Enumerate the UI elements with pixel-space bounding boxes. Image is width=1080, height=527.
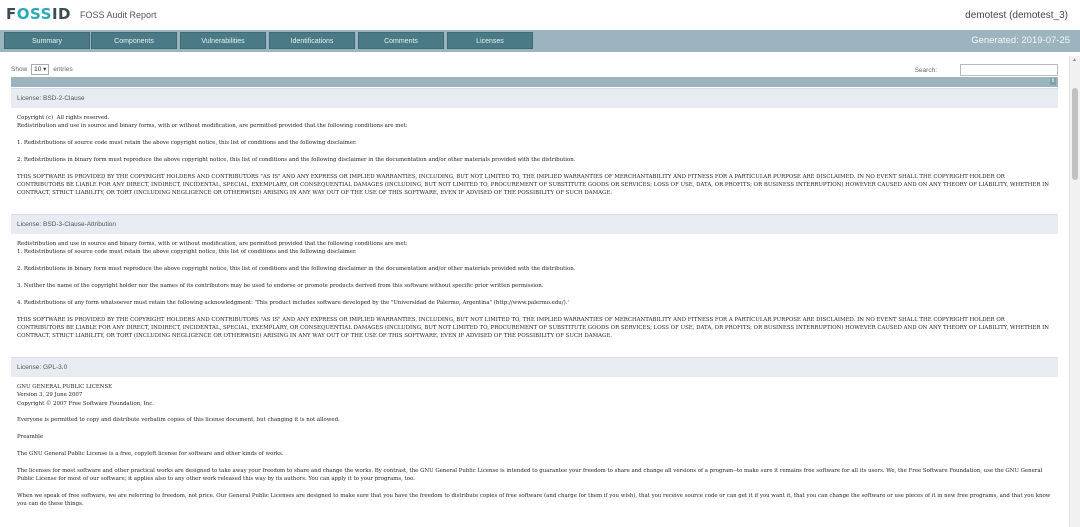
tab-licenses[interactable]: Licenses — [447, 32, 533, 49]
license-paragraph: 2. Redistributions in binary form must r… — [17, 156, 576, 163]
license-header: License: GPL-3.0 — [11, 356, 1058, 377]
tab-vulnerabilities[interactable]: Vulnerabilities — [180, 32, 266, 49]
entries-label: entries — [53, 66, 73, 73]
entries-control: Show 10 ▾ entries — [11, 64, 73, 75]
show-label: Show — [11, 66, 28, 73]
license-paragraph: 1. Redistributions of source code must r… — [17, 140, 357, 147]
table-header[interactable]: ⇕ — [11, 77, 1058, 87]
license-paragraph: THIS SOFTWARE IS PROVIDED BY THE COPYRIG… — [17, 316, 1051, 340]
logo-text-oss: OSS — [16, 5, 52, 23]
license-header: License: BSD-3-Clause-Attribution — [11, 214, 1058, 235]
license-paragraph: THIS SOFTWARE IS PROVIDED BY THE COPYRIG… — [17, 173, 1051, 197]
chevron-down-icon: ▾ — [43, 66, 47, 73]
license-paragraph: When we speak of free software, we are r… — [17, 492, 1053, 508]
search-label: Search: — [914, 67, 937, 74]
user-menu[interactable]: demotest (demotest_3) — [965, 10, 1068, 21]
entries-select[interactable]: 10 ▾ — [31, 64, 50, 75]
logo-text-id: ID — [51, 5, 71, 23]
scrollbar-thumb[interactable] — [1072, 88, 1078, 180]
report-nav: Summary Components Vulnerabilities Identifi… — [0, 30, 1080, 52]
license-paragraph: 2. Redistributions in binary form must r… — [17, 266, 576, 273]
vertical-scrollbar[interactable]: ▲ — [1069, 56, 1080, 527]
top-bar: FOSSID FOSS Audit Report demotest (demot… — [0, 0, 1080, 31]
generated-date: Generated: 2019-07-25 — [971, 35, 1070, 46]
license-paragraph: 3. Neither the name of the copyright hol… — [17, 282, 544, 289]
logo-text-f: F — [6, 5, 17, 23]
licenses-table: License: BSD-2-Clause Copyright (c) All r… — [11, 88, 1058, 527]
license-text: GNU GENERAL PUBLIC LICENSE Version 3, 29… — [11, 377, 1058, 525]
entries-value: 10 — [34, 66, 42, 73]
license-paragraph: Copyright (c) All rights reserved. Redis… — [17, 115, 408, 130]
license-paragraph: The GNU General Public License is a free… — [17, 450, 284, 457]
license-paragraph: The licenses for most software and other… — [17, 467, 1045, 483]
sort-icon[interactable]: ⇕ — [1050, 78, 1056, 85]
tab-comments[interactable]: Comments — [358, 32, 444, 49]
table-controls: Show 10 ▾ entries Search: — [0, 60, 1068, 76]
search-input[interactable] — [960, 64, 1058, 76]
license-paragraph: Everyone is permitted to copy and distri… — [17, 417, 340, 424]
license-header: License: BSD-2-Clause — [11, 88, 1058, 108]
fossid-logo: FOSSID — [6, 5, 71, 23]
license-paragraph: Preamble — [17, 434, 44, 441]
license-paragraph: Redistribution and use in source and bin… — [17, 241, 408, 256]
scroll-up-icon[interactable]: ▲ — [1072, 57, 1077, 63]
tab-summary[interactable]: Summary — [4, 32, 90, 49]
license-paragraph: GNU GENERAL PUBLIC LICENSE Version 3, 29… — [17, 383, 154, 407]
tab-identifications[interactable]: Identifications — [269, 32, 355, 49]
report-title: FOSS Audit Report — [80, 10, 157, 20]
license-text: Copyright (c) All rights reserved. Redis… — [11, 108, 1058, 214]
tab-components[interactable]: Components — [91, 32, 177, 49]
license-text: Redistribution and use in source and bin… — [11, 234, 1058, 357]
license-paragraph: 4. Redistributions of any form whatsoeve… — [17, 299, 569, 306]
